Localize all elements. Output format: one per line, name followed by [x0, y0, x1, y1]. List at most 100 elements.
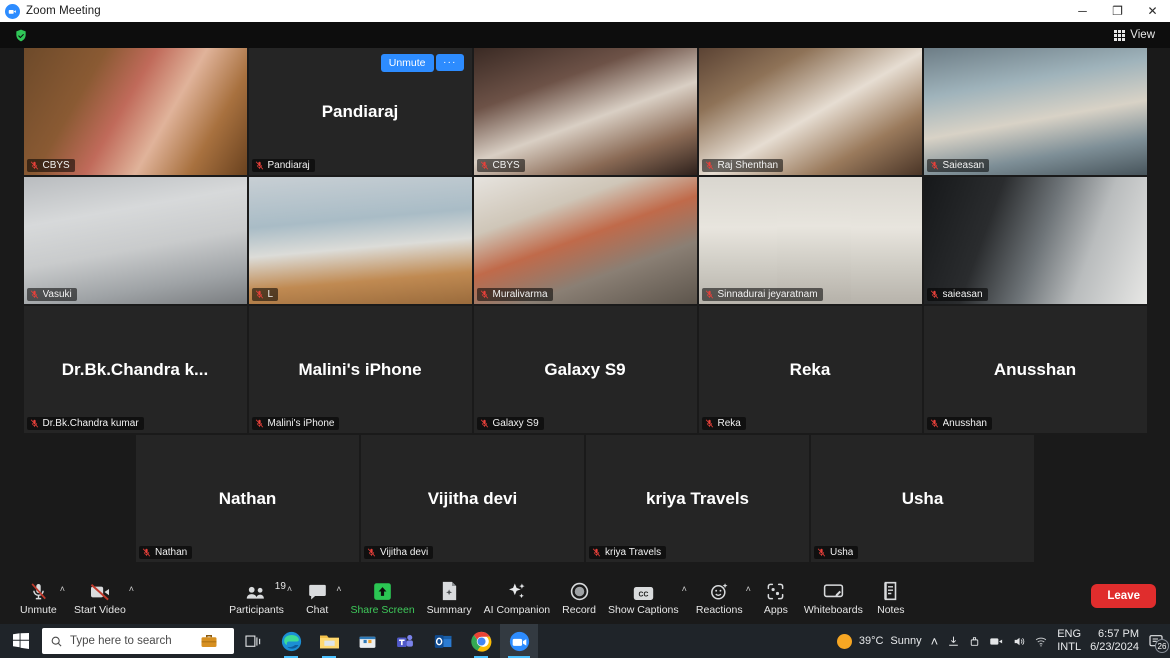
view-button-label: View — [1130, 29, 1155, 41]
toolbar-share-screen-button[interactable]: Share Screen — [344, 579, 420, 618]
participant-tile[interactable]: Pandiaraj Unmute ··· Pandiaraj — [248, 48, 472, 175]
participant-name: Galaxy S9 — [492, 418, 539, 429]
toolbar-notes-label: Notes — [877, 603, 905, 616]
participant-video — [248, 177, 472, 304]
participant-tile[interactable]: CBYS — [23, 48, 247, 175]
toolbar-summary-button[interactable]: Summary — [421, 579, 478, 618]
participants-icon — [246, 582, 267, 601]
safely-remove-icon[interactable] — [968, 635, 981, 648]
search-placeholder: Type here to search — [70, 635, 172, 647]
shield-check-icon[interactable] — [14, 28, 28, 43]
toolbar-ai-companion-button[interactable]: AI Companion — [478, 579, 557, 618]
weather-widget[interactable]: 39°C Sunny — [836, 633, 922, 649]
participant-tile[interactable]: Sinnadurai jeyaratnam — [698, 177, 922, 304]
wifi-icon[interactable] — [1034, 635, 1048, 648]
leave-button[interactable]: Leave — [1091, 584, 1156, 608]
zoom-icon[interactable] — [500, 624, 538, 658]
participant-tile[interactable]: Anusshan Anusshan — [923, 306, 1147, 433]
participant-video — [23, 177, 247, 304]
teams-icon[interactable] — [386, 624, 424, 658]
mic-muted-icon — [480, 290, 488, 299]
mic-muted-icon — [30, 419, 38, 428]
chrome-icon[interactable] — [462, 624, 500, 658]
toolbar-notes-button[interactable]: Notes — [869, 579, 913, 618]
search-input[interactable]: Type here to search — [42, 628, 234, 654]
grid-icon — [1114, 29, 1126, 41]
webcam-icon[interactable] — [989, 635, 1004, 648]
toolbar-start-video-button[interactable]: Start Video — [68, 579, 132, 618]
toolbar-reactions-button[interactable]: Reactions — [690, 579, 749, 618]
toolbar-participants-button[interactable]: 19 Participants — [223, 579, 290, 618]
participant-tile[interactable]: Malini's iPhone Malini's iPhone — [248, 306, 472, 433]
toolbar-ai-companion-label: AI Companion — [483, 603, 551, 616]
participant-name-label: L — [251, 288, 279, 301]
window-title-bar: Zoom Meeting ─ ❐ ✕ — [0, 0, 1170, 22]
gallery-row: CBYS Pandiaraj Unmute ··· Pandiaraj CBYS Raj S… — [0, 48, 1170, 177]
participant-placeholder-name: Dr.Bk.Chandra k... — [61, 359, 209, 379]
participant-name-label: Vijitha devi — [364, 546, 434, 559]
language-indicator[interactable]: ENG INTL — [1057, 628, 1081, 654]
search-icon — [51, 636, 62, 646]
participant-tile[interactable]: Reka Reka — [698, 306, 922, 433]
participant-tile[interactable]: Galaxy S9 Galaxy S9 — [473, 306, 697, 433]
participant-name: Malini's iPhone — [267, 418, 335, 429]
participant-tile[interactable]: Dr.Bk.Chandra k... Dr.Bk.Chandra kumar — [23, 306, 247, 433]
mic-muted-icon — [30, 290, 38, 299]
toolbar-record-button[interactable]: Record — [556, 579, 602, 618]
view-button[interactable]: View — [1107, 26, 1162, 44]
clock[interactable]: 6:57 PM 6/23/2024 — [1090, 628, 1139, 654]
participant-tile[interactable]: Raj Shenthan — [698, 48, 922, 175]
participant-name: Raj Shenthan — [717, 160, 779, 171]
window-controls: ─ ❐ ✕ — [1065, 0, 1170, 22]
minimize-button[interactable]: ─ — [1065, 0, 1100, 22]
participant-name: Vijitha devi — [380, 547, 429, 558]
participant-tile[interactable]: saieasan — [923, 177, 1147, 304]
weather-condition: Sunny — [890, 635, 922, 647]
participant-name-label: Nathan — [139, 546, 193, 559]
briefcase-icon — [201, 635, 217, 647]
participant-tile[interactable]: Nathan Nathan — [136, 435, 359, 562]
toolbar-whiteboards-button[interactable]: Whiteboards — [798, 579, 869, 618]
onedrive-icon[interactable] — [947, 635, 960, 648]
microsoft-store-icon[interactable] — [348, 624, 386, 658]
mic-muted-icon — [592, 548, 601, 557]
tray-chevron-icon[interactable]: ˄ — [931, 634, 939, 649]
participant-tile[interactable]: kriya Travels kriya Travels — [586, 435, 809, 562]
toolbar-apps-button[interactable]: Apps — [754, 579, 798, 618]
participant-tile[interactable]: Muralivarma — [473, 177, 697, 304]
toolbar-chat-button[interactable]: Chat — [295, 579, 339, 618]
close-button[interactable]: ✕ — [1135, 0, 1170, 22]
outlook-icon[interactable] — [424, 624, 462, 658]
windows-start-icon[interactable] — [2, 624, 40, 658]
participant-tile[interactable]: L — [248, 177, 472, 304]
tile-more-options-button[interactable]: ··· — [436, 54, 464, 71]
toolbar-center-group: 19 Participants ˄ Chat ˄ Share Screen Summary A… — [223, 579, 913, 618]
sparkle-icon — [506, 582, 527, 601]
toolbar-show-captions-button[interactable]: CC Show Captions — [602, 579, 685, 618]
participant-name-label: Anusshan — [926, 417, 992, 430]
toolbar-whiteboards-label: Whiteboards — [803, 603, 863, 616]
gallery-row: Nathan Nathan Vijitha devi Vijitha devi kriy… — [0, 435, 1170, 564]
participant-placeholder-name: Reka — [789, 359, 831, 379]
edge-icon[interactable] — [272, 624, 310, 658]
participant-tile[interactable]: CBYS — [473, 48, 697, 175]
participant-name: Anusshan — [942, 418, 987, 429]
mic-muted-icon — [930, 161, 938, 170]
notification-center-button[interactable]: 26 — [1148, 633, 1169, 653]
volume-icon[interactable] — [1012, 635, 1026, 648]
task-view-icon[interactable] — [234, 624, 272, 658]
folder-icon[interactable] — [310, 624, 348, 658]
gallery-row: Dr.Bk.Chandra k... Dr.Bk.Chandra kumar Mal… — [0, 306, 1170, 435]
participant-tile[interactable]: Saieasan — [923, 48, 1147, 175]
maximize-button[interactable]: ❐ — [1100, 0, 1135, 22]
tile-unmute-button[interactable]: Unmute — [380, 54, 434, 72]
toolbar-summary-label: Summary — [426, 603, 472, 616]
participant-tile[interactable]: Vasuki — [23, 177, 247, 304]
mic-muted-icon — [142, 548, 151, 557]
window-title: Zoom Meeting — [26, 5, 101, 17]
toolbar-unmute-button[interactable]: Unmute — [14, 579, 63, 618]
toolbar-chat-label: Chat — [306, 603, 329, 616]
participant-name-label: CBYS — [476, 159, 525, 172]
participant-tile[interactable]: Usha Usha — [811, 435, 1034, 562]
participant-tile[interactable]: Vijitha devi Vijitha devi — [361, 435, 584, 562]
